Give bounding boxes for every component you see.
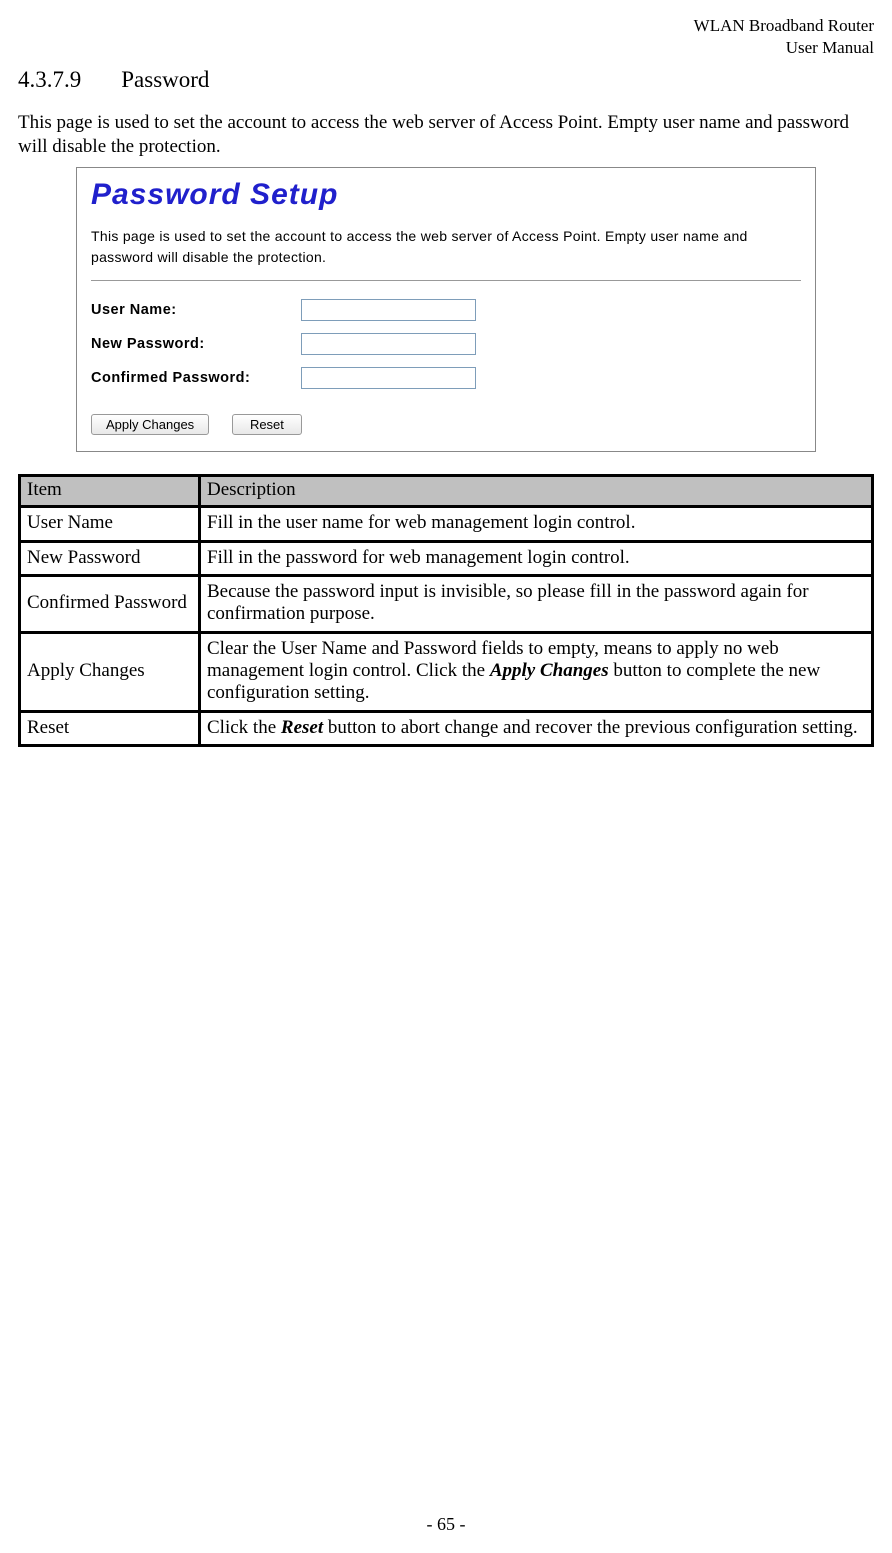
panel-description: This page is used to set the account to … [91,226,801,268]
screenshot-panel: Password Setup This page is used to set … [76,167,816,452]
confpassword-row: Confirmed Password: [91,367,801,389]
cell-item: User Name [21,508,201,543]
username-row: User Name: [91,299,801,321]
section-number: 4.3.7.9 [18,67,81,92]
username-label: User Name: [91,302,301,318]
table-row: New Password Fill in the password for we… [21,543,871,578]
cell-desc: Fill in the password for web management … [201,543,871,578]
table-row: Confirmed Password Because the password … [21,577,871,634]
cell-desc: Clear the User Name and Password fields … [201,634,871,713]
panel-title: Password Setup [91,178,801,212]
cell-item: Confirmed Password [21,577,201,634]
cell-item: Apply Changes [21,634,201,713]
apply-changes-button[interactable]: Apply Changes [91,414,209,435]
table-row: User Name Fill in the user name for web … [21,508,871,543]
confpassword-label: Confirmed Password: [91,370,301,386]
divider [91,280,801,281]
cell-item: New Password [21,543,201,578]
section-title: Password [121,67,209,92]
confpassword-input[interactable] [301,367,476,389]
cell-item: Reset [21,713,201,745]
description-table: Item Description User Name Fill in the u… [18,474,874,748]
username-input[interactable] [301,299,476,321]
newpassword-input[interactable] [301,333,476,355]
cell-desc: Fill in the user name for web management… [201,508,871,543]
reset-button[interactable]: Reset [232,414,302,435]
table-header-row: Item Description [21,477,871,508]
doc-title-line2: User Manual [18,37,874,59]
header-item: Item [21,477,201,508]
table-row: Reset Click the Reset button to abort ch… [21,713,871,745]
button-row: Apply Changes Reset [91,413,801,435]
doc-header: WLAN Broadband Router User Manual [18,15,874,59]
newpassword-row: New Password: [91,333,801,355]
intro-paragraph: This page is used to set the account to … [18,111,874,159]
table-row: Apply Changes Clear the User Name and Pa… [21,634,871,713]
cell-desc: Because the password input is invisible,… [201,577,871,634]
header-desc: Description [201,477,871,508]
page-number: - 65 - [0,1514,892,1535]
section-heading: 4.3.7.9 Password [18,67,874,93]
newpassword-label: New Password: [91,336,301,352]
cell-desc: Click the Reset button to abort change a… [201,713,871,745]
doc-title-line1: WLAN Broadband Router [18,15,874,37]
